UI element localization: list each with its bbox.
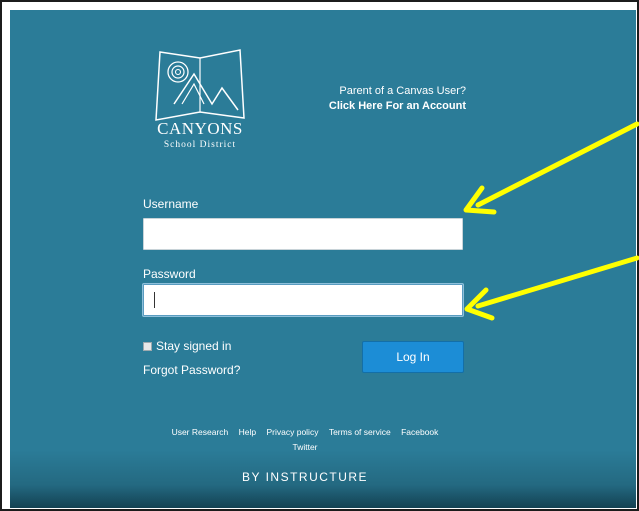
annotation-arrow-password-icon: [464, 255, 639, 321]
annotation-arrows: [463, 121, 639, 321]
annotation-arrow-username-icon: [463, 121, 639, 215]
